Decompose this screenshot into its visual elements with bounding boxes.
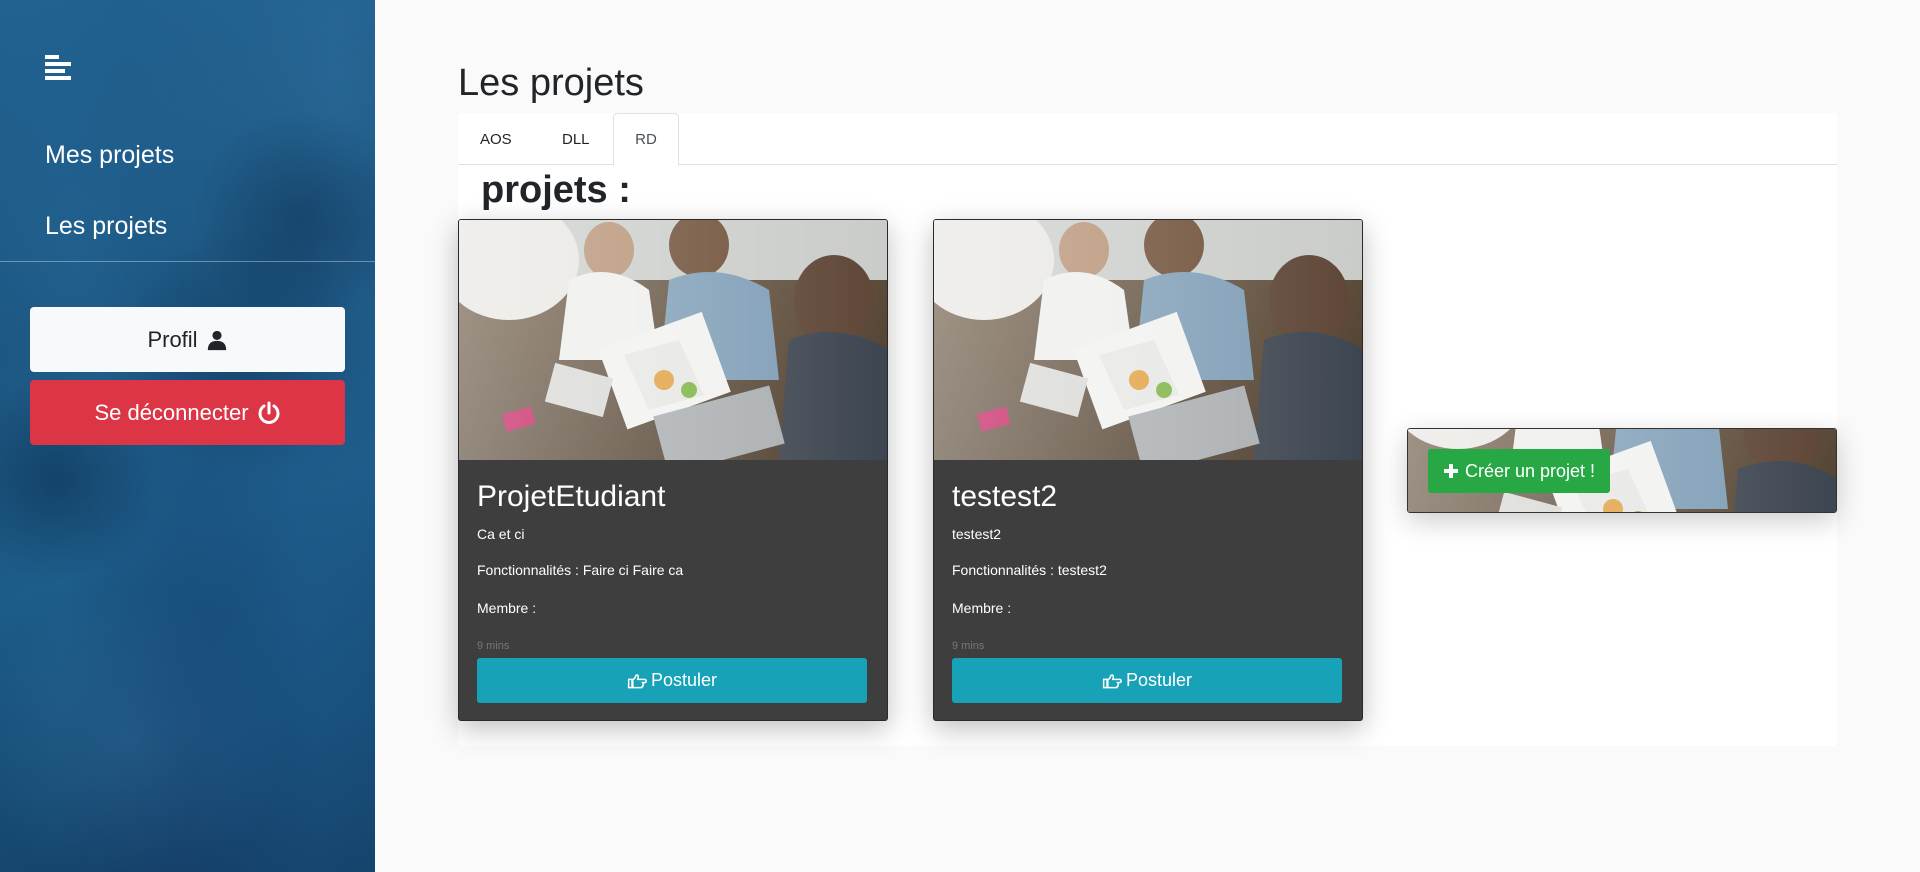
create-project-label: Créer un projet ! (1465, 460, 1596, 481)
project-description: testest2 (952, 526, 1002, 542)
hand-point-right-icon (627, 672, 647, 690)
project-timestamp: 9 mins (952, 640, 985, 652)
tab-dll[interactable]: DLL (540, 113, 612, 165)
section-title: projets : (481, 169, 631, 211)
project-features: Fonctionnalités : Faire ci Faire ca (477, 562, 684, 578)
apply-button[interactable]: Postuler (952, 658, 1342, 703)
tab-aos[interactable]: AOS (458, 113, 534, 165)
create-project-button[interactable]: Créer un projet ! (1428, 449, 1611, 493)
plus-icon (1443, 463, 1459, 479)
project-image (459, 220, 887, 460)
profile-button-label: Profil (147, 326, 198, 352)
logout-button[interactable]: Se déconnecter (30, 380, 345, 445)
apply-button-label: Postuler (650, 670, 718, 690)
project-title: testest2 (952, 480, 1058, 513)
user-icon (206, 329, 228, 351)
project-features: Fonctionnalités : testest2 (952, 562, 1107, 578)
project-card: testest2 testest2 Fonctionnalités : test… (933, 219, 1363, 721)
project-members: Membre : (952, 600, 1012, 616)
apply-button-label: Postuler (1125, 670, 1193, 690)
project-image (934, 220, 1362, 460)
sidebar: Mes projets Les projets Profil Se déconn… (0, 0, 375, 872)
sidebar-item-les-projets[interactable]: Les projets (45, 212, 167, 241)
tab-bar: AOS DLL RD (458, 113, 1837, 166)
sidebar-item-mes-projets[interactable]: Mes projets (45, 141, 174, 170)
project-timestamp: 9 mins (477, 640, 510, 652)
project-description: Ca et ci (477, 526, 525, 542)
project-members: Membre : (477, 600, 537, 616)
tab-rd[interactable]: RD (613, 113, 679, 166)
sidebar-divider (0, 261, 375, 262)
menu-toggle-icon[interactable] (45, 52, 75, 82)
project-card: ProjetEtudiant Ca et ci Fonctionnalités … (458, 219, 888, 721)
create-project-banner: Créer un projet ! (1407, 428, 1837, 513)
profile-button[interactable]: Profil (30, 307, 345, 372)
project-title: ProjetEtudiant (477, 480, 666, 513)
apply-button[interactable]: Postuler (477, 658, 867, 703)
page-title: Les projets (458, 62, 644, 104)
logout-button-label: Se déconnecter (94, 399, 249, 425)
hand-point-right-icon (1102, 672, 1122, 690)
projects-panel: AOS DLL RD projets : ProjetEtudiant Ca e… (458, 113, 1837, 746)
power-icon (257, 401, 281, 425)
